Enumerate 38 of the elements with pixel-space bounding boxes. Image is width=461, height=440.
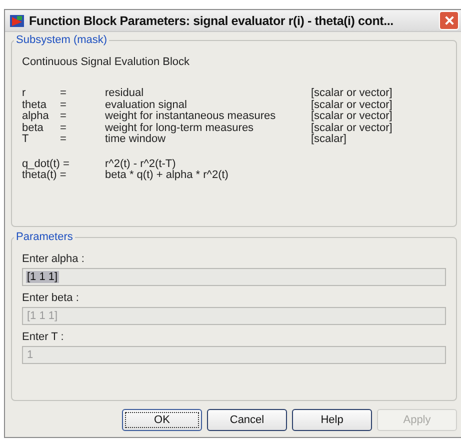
definition-text: weight for long-term measures <box>105 122 255 134</box>
input-field[interactable]: [1 1 1] <box>22 268 446 286</box>
equals-sign: = <box>60 111 68 122</box>
dialog-button[interactable]: Help <box>292 409 372 431</box>
symbol-text: theta <box>22 100 48 111</box>
equation-lhs: q_dot(t) = <box>22 158 70 170</box>
type-text: [scalar or vector] <box>311 122 394 134</box>
type-text: [scalar or vector] <box>311 111 394 122</box>
symbol-text: alpha <box>22 111 50 122</box>
definition-text: time window <box>105 134 166 146</box>
dialog-button[interactable]: Cancel <box>207 409 287 431</box>
symbol-text: T <box>22 134 30 146</box>
definition-text: weight for instantaneous measures <box>105 111 277 122</box>
group-title: Parameters <box>15 231 74 243</box>
definition-text: evaluation signal <box>105 100 188 111</box>
equals-sign: = <box>60 122 68 134</box>
symbol-text: r <box>22 88 27 100</box>
block-description: Continuous Signal Evalution Block <box>22 56 191 68</box>
equation-lhs: theta(t) = <box>22 170 68 182</box>
close-icon <box>444 15 454 26</box>
field-label: Enter beta : <box>22 292 80 304</box>
group-title: Subsystem (mask) <box>15 34 108 46</box>
symbol-text: beta <box>22 122 44 134</box>
field-label: Enter alpha : <box>22 253 86 265</box>
type-text: [scalar or vector] <box>311 88 394 100</box>
type-text: [scalar] <box>311 134 348 146</box>
equals-sign: = <box>60 134 68 146</box>
dialog-button[interactable]: OK <box>122 409 202 431</box>
type-text: [scalar or vector] <box>311 100 394 111</box>
equals-sign: = <box>60 100 68 111</box>
equals-sign: = <box>60 88 68 100</box>
close-button[interactable] <box>439 11 459 30</box>
window-title: Function Block Parameters: signal evaluator r(i) - theta(i) cont... <box>29 14 394 28</box>
definition-text: residual <box>105 88 145 100</box>
equation-rhs: r^2(t) - r^2(t-T) <box>105 158 177 170</box>
app-icon <box>9 12 25 28</box>
equation-rhs: beta * q(t) + alpha * r^2(t) <box>105 170 230 182</box>
field-label: Enter T : <box>22 331 65 343</box>
